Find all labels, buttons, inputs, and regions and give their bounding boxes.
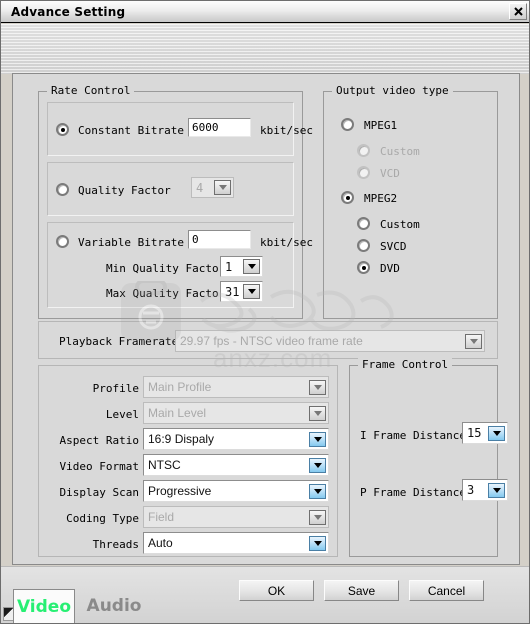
min-quality-factor-label: Min Quality Factor [106,262,226,275]
save-button[interactable]: Save [324,580,399,601]
variable-bitrate-input[interactable]: 0 [188,230,251,249]
chevron-down-icon[interactable] [465,333,482,349]
setting-value-3: NTSC [148,458,181,472]
setting-value-6: Auto [148,536,173,550]
setting-value-0: Main Profile [148,380,212,394]
chevron-down-icon[interactable] [309,509,326,525]
setting-value-5: Field [148,510,175,524]
i-frame-distance-value: 15 [467,426,482,440]
min-quality-factor-dropdown[interactable]: 1 [220,256,263,277]
chevron-down-icon[interactable] [243,284,260,299]
video-settings-panel: Rate Control Constant Bitrate 6000 kbit/… [12,73,520,565]
tab-audio[interactable]: Audio [79,589,149,623]
setting-value-2: 16:9 Dispaly [148,432,215,446]
constant-bitrate-radio[interactable] [56,123,69,136]
constant-bitrate-box: Constant Bitrate 6000 kbit/sec [47,102,313,156]
label-mpeg1: MPEG1 [364,119,398,132]
chevron-down-icon[interactable] [488,482,505,498]
radio-mpeg2-dvd[interactable] [357,261,370,274]
max-quality-factor-label: Max Quality Factor [106,287,226,300]
chevron-down-icon[interactable] [309,483,326,499]
cancel-button[interactable]: Cancel [409,580,484,601]
label-mpeg2-svcd: SVCD [380,240,407,253]
rate-control-legend: Rate Control [47,84,135,97]
p-frame-distance-value: 3 [467,483,475,497]
i-frame-distance-dropdown[interactable]: 15 [462,422,508,444]
rate-control-group: Rate Control Constant Bitrate 6000 kbit/… [38,84,313,319]
quality-factor-dropdown[interactable]: 4 [191,177,234,198]
variable-bitrate-unit: kbit/sec [260,236,313,249]
setting-dropdown-0[interactable]: Main Profile [143,376,329,398]
chevron-down-icon[interactable] [309,457,326,473]
playback-framerate-box: Playback Framerate 29.97 fps - NTSC vide… [38,321,498,359]
tab-video[interactable]: Video [13,589,75,623]
radio-mpeg1-custom [357,144,370,157]
playback-framerate-label: Playback Framerate [59,335,179,348]
max-quality-factor-dropdown[interactable]: 31 [220,281,263,302]
window-title: Advance Setting [11,4,126,19]
variable-bitrate-box: Variable Bitrate 0 kbit/sec Min Quality … [47,222,313,308]
playback-framerate-dropdown[interactable]: 29.97 fps - NTSC video frame rate [175,330,485,352]
setting-dropdown-3[interactable]: NTSC [143,454,329,476]
radio-mpeg2-svcd[interactable] [357,239,370,252]
setting-label-5: Coding Type [66,512,139,525]
chevron-down-icon[interactable] [309,379,326,395]
constant-bitrate-unit: kbit/sec [260,124,313,137]
radio-mpeg1-vcd [357,166,370,179]
tab-underline [12,73,520,74]
video-settings-box: Profile Main Profile Level Main Level Aspect… [38,365,338,557]
quality-factor-label: Quality Factor [78,184,171,197]
chevron-down-icon[interactable] [214,180,231,195]
close-icon[interactable] [509,3,527,20]
p-frame-distance-dropdown[interactable]: 3 [462,479,508,501]
p-frame-distance-label: P Frame Distance [360,486,466,499]
radio-mpeg1[interactable] [341,118,354,131]
chevron-down-icon[interactable] [309,431,326,447]
variable-bitrate-label: Variable Bitrate [78,236,184,249]
chevron-down-icon[interactable] [309,535,326,551]
output-video-type-group: Output video type MPEG1 Custom VCD MPEG2… [323,84,498,319]
chevron-down-icon[interactable] [243,259,260,274]
ok-button[interactable]: OK [239,580,314,601]
setting-label-2: Aspect Ratio [59,434,139,447]
label-mpeg1-custom: Custom [380,145,420,158]
frame-control-group: Frame Control I Frame Distance 15 P Fram… [349,358,508,557]
variable-bitrate-radio[interactable] [56,235,69,248]
setting-dropdown-5[interactable]: Field [143,506,329,528]
setting-dropdown-6[interactable]: Auto [143,532,329,554]
chevron-down-icon[interactable] [488,425,505,441]
radio-mpeg2-custom[interactable] [357,217,370,230]
setting-label-1: Level [105,408,139,421]
setting-dropdown-2[interactable]: 16:9 Dispaly [143,428,329,450]
i-frame-distance-label: I Frame Distance [360,429,466,442]
setting-label-4: Display Scan [59,486,139,499]
label-mpeg2: MPEG2 [364,192,398,205]
setting-dropdown-4[interactable]: Progressive [143,480,329,502]
max-quality-factor-value: 31 [225,284,240,299]
playback-framerate-value: 29.97 fps - NTSC video frame rate [180,334,363,348]
chevron-down-icon[interactable] [309,405,326,421]
setting-value-4: Progressive [148,484,212,498]
label-mpeg2-dvd: DVD [380,262,400,275]
frame-control-legend: Frame Control [358,358,453,371]
setting-label-6: Threads [92,538,139,551]
quality-factor-value: 4 [196,180,204,195]
setting-value-1: Main Level [148,406,207,420]
title-bar: Advance Setting [1,1,529,23]
tab-strip [1,24,529,74]
advance-setting-window: Advance Setting Video Audio Rate Control… [0,0,530,624]
quality-factor-box: Quality Factor 4 [47,162,294,216]
constant-bitrate-input[interactable]: 6000 [188,118,251,137]
setting-label-0: Profile [92,382,139,395]
setting-dropdown-1[interactable]: Main Level [143,402,329,424]
setting-label-3: Video Format [59,460,139,473]
radio-mpeg2[interactable] [341,191,354,204]
label-mpeg1-vcd: VCD [380,167,400,180]
constant-bitrate-label: Constant Bitrate [78,124,184,137]
quality-factor-radio[interactable] [56,183,69,196]
min-quality-factor-value: 1 [225,259,233,274]
label-mpeg2-custom: Custom [380,218,420,231]
output-video-type-legend: Output video type [332,84,453,97]
